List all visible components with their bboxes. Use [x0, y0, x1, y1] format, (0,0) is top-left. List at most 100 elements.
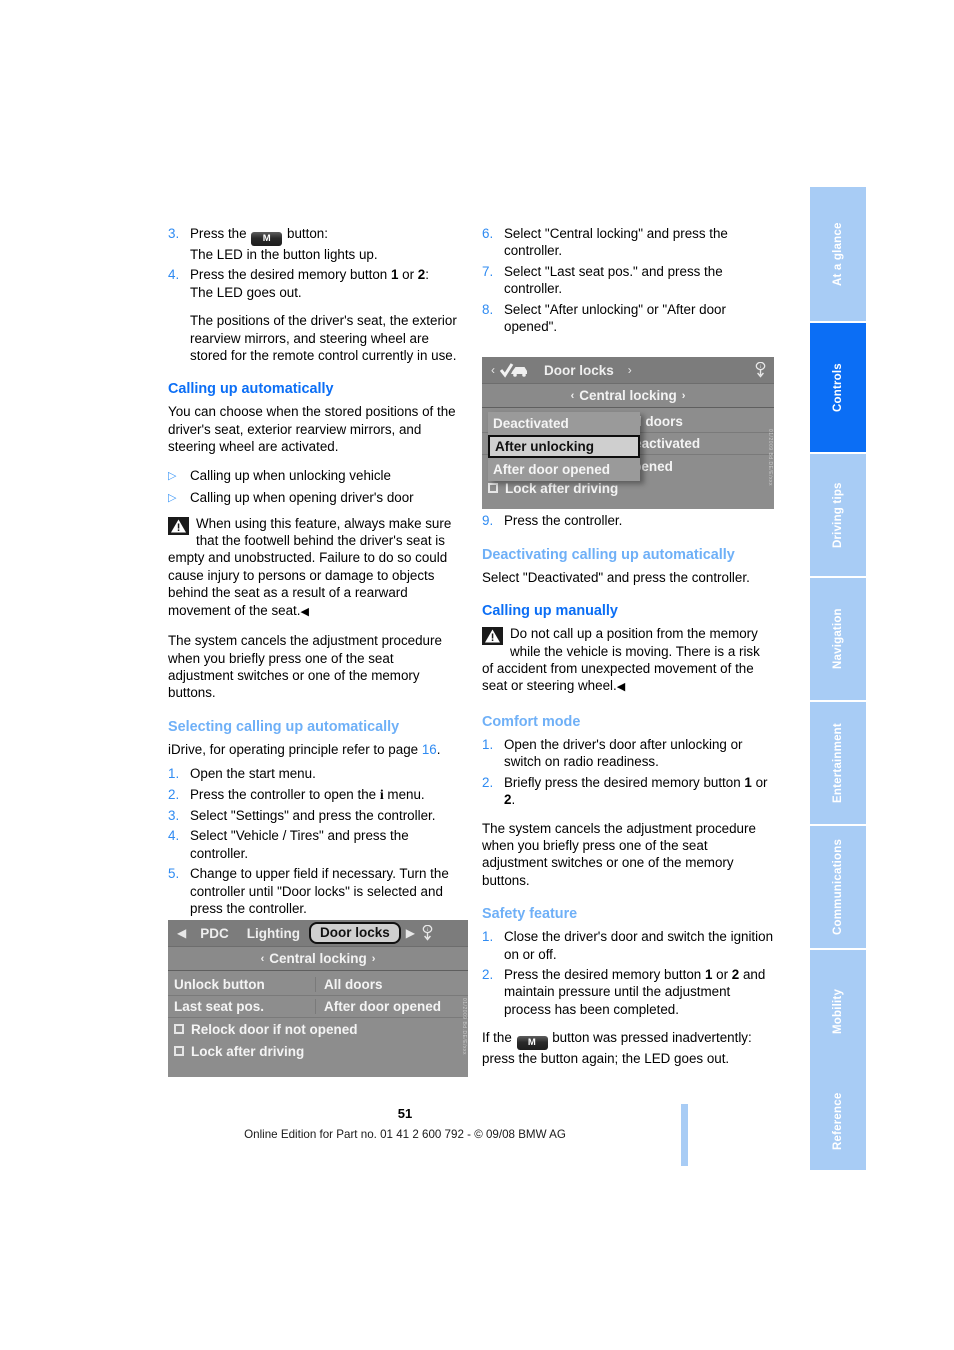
- chevron-right-icon[interactable]: ▶: [401, 926, 420, 940]
- page-reference-link[interactable]: 16: [422, 742, 437, 757]
- sidebar-tab-mobility[interactable]: Mobility: [810, 948, 866, 1072]
- idrive-tab-pdc[interactable]: PDC: [191, 926, 238, 941]
- chevron-right-icon[interactable]: ›: [372, 953, 376, 965]
- idrive-tab-lighting[interactable]: Lighting: [238, 926, 309, 941]
- step-text-part: button:: [283, 226, 328, 241]
- comfort-mode-steps-list: 1. Open the driver's door after unlockin…: [482, 736, 774, 809]
- central-lock-icon[interactable]: i: [420, 924, 435, 942]
- sidebar-tab-driving-tips[interactable]: Driving tips: [810, 452, 866, 576]
- chevron-right-icon[interactable]: ›: [623, 363, 637, 377]
- idrive-title: Door locks: [544, 362, 614, 378]
- idrive-sub-bar: ‹ Central locking ›: [482, 384, 774, 408]
- chevron-left-icon[interactable]: ‹: [486, 363, 500, 377]
- chevron-left-icon[interactable]: ◀: [172, 926, 191, 940]
- idrive-rows: ll doors eactivated pened Lock after dri…: [482, 408, 774, 499]
- check-vehicle-icon: [500, 362, 530, 378]
- step-text: Press the controller to open the i menu.: [190, 786, 460, 804]
- table-row[interactable]: Unlock button All doors: [168, 974, 468, 996]
- step-number: 4.: [168, 828, 180, 844]
- idrive-screenshot-door-locks-menu: ◀ PDC Lighting Door locks ▶ i ‹ Central …: [168, 920, 468, 1077]
- row-value: ll doors: [625, 414, 774, 429]
- reference-text: .: [436, 741, 441, 757]
- step-text: Select "Vehicle / Tires" and press the c…: [190, 828, 409, 861]
- step-text-part: Briefly press the desired memory button: [504, 774, 745, 790]
- step-number: 1.: [482, 929, 494, 945]
- idrive-tab-door-locks-selected[interactable]: Door locks: [308, 922, 401, 944]
- heading-comfort-mode: Comfort mode: [482, 713, 581, 730]
- dropdown-last-seat-pos-options[interactable]: Deactivated After unlocking After door o…: [488, 412, 640, 481]
- step-text-part: Press the: [190, 226, 251, 241]
- footer-text: Online Edition for Part no. 01 41 2 600 …: [244, 1128, 566, 1141]
- tab-label: Reference: [832, 1092, 844, 1150]
- checkbox-icon[interactable]: [174, 1046, 184, 1056]
- sidebar-tab-navigation[interactable]: Navigation: [810, 576, 866, 700]
- tab-label: Entertainment: [832, 723, 844, 803]
- step-text-part: .: [511, 792, 516, 808]
- chevron-right-icon[interactable]: ›: [682, 390, 686, 402]
- list-item: 6. Select "Central locking" and press th…: [482, 225, 774, 260]
- list-item: 3. Press the M button: The LED in the but…: [168, 225, 460, 263]
- dropdown-option-after-door-opened[interactable]: After door opened: [488, 458, 640, 481]
- step-number: 2.: [482, 774, 494, 790]
- bullet-list-calling-options: ▷ Calling up when unlocking vehicle ▷ Ca…: [168, 467, 460, 507]
- idrive-screenshot-central-locking-dropdown: ‹ Door locks › i ‹ Central locking › ll …: [482, 357, 774, 509]
- paragraph-stored-positions: The positions of the driver's seat, the …: [190, 313, 457, 364]
- checkbox-icon[interactable]: [488, 483, 498, 493]
- option-label: Deactivated: [493, 416, 569, 431]
- sidebar-tab-controls[interactable]: Controls: [810, 321, 866, 452]
- heading-deactivating-calling-up-automatically: Deactivating calling up automatically: [482, 546, 735, 563]
- list-item: 7. Select "Last seat pos." and press the…: [482, 263, 774, 298]
- list-item: 1. Open the driver's door after unlockin…: [482, 736, 774, 771]
- list-item: ▷ Calling up when opening driver's door: [168, 489, 460, 507]
- step-number: 6.: [482, 226, 494, 241]
- step-text: Select "After unlocking" or "After door …: [504, 301, 726, 335]
- sidebar-tab-reference[interactable]: Reference: [810, 1072, 866, 1170]
- list-item: 2. Press the controller to open the i me…: [168, 786, 460, 804]
- step-text-part: or: [712, 966, 732, 982]
- chevron-left-icon[interactable]: ‹: [571, 390, 575, 402]
- page-number: 51: [397, 1106, 413, 1121]
- safety-feature-steps-list: 1. Close the driver's door and switch th…: [482, 928, 774, 1018]
- warning-end-mark: ◀: [300, 605, 309, 618]
- sidebar-tab-communications[interactable]: Communications: [810, 824, 866, 948]
- heading-safety-feature: Safety feature: [482, 906, 578, 923]
- text-part: If the: [482, 1030, 516, 1046]
- step-number: 3.: [168, 807, 180, 823]
- checkbox-icon[interactable]: [174, 1024, 184, 1034]
- checkbox-row-lock-after-driving[interactable]: Lock after driving: [168, 1040, 468, 1062]
- sidebar-tab-entertainment[interactable]: Entertainment: [810, 700, 866, 824]
- tab-label: Communications: [832, 838, 844, 936]
- list-item: 2. Press the desired memory button 1 or …: [482, 966, 774, 1018]
- step-number: 2.: [168, 786, 180, 802]
- paragraph-you-can-choose: You can choose when the stored positions…: [168, 404, 456, 455]
- dropdown-option-deactivated[interactable]: Deactivated: [488, 412, 640, 435]
- step-text: Open the driver's door after unlocking o…: [504, 736, 743, 770]
- step-text: Press the desired memory button 1 or 2 a…: [504, 966, 774, 1018]
- idrive-rows: Unlock button All doors Last seat pos. A…: [168, 971, 468, 1062]
- list-item: 4. Press the desired memory button 1 or …: [168, 266, 460, 301]
- sidebar-tab-at-a-glance[interactable]: At a glance: [810, 185, 866, 321]
- footer-accent-bar: [681, 1104, 688, 1166]
- step-text: Close the driver's door and switch the i…: [504, 929, 774, 962]
- memory-m-button-icon: M: [251, 232, 283, 246]
- step-number: 9.: [482, 513, 494, 529]
- central-lock-icon[interactable]: i: [753, 361, 768, 379]
- checkbox-label: Relock door if not opened: [191, 1021, 358, 1037]
- warning-block-do-not-call-up: Do not call up a position from the memor…: [482, 625, 774, 697]
- row-label-last-seat-pos: Last seat pos.: [174, 999, 265, 1014]
- paragraph-system-cancels-right: The system cancels the adjustment proced…: [482, 820, 756, 888]
- chevron-left-icon[interactable]: ‹: [261, 953, 265, 965]
- step-text: Press the M button: The LED in the button…: [190, 225, 460, 263]
- triangle-bullet-icon: ▷: [168, 469, 177, 482]
- paragraph-idrive-reference: iDrive, for operating principle refer to…: [168, 741, 460, 758]
- step-number: 2.: [482, 966, 494, 982]
- list-item: 9. Press the controller.: [482, 512, 774, 529]
- manual-page: At a glance Controls Driving tips Naviga…: [0, 0, 954, 1350]
- step-text-part: Press the desired memory button: [504, 966, 705, 982]
- checkbox-label: Lock after driving: [505, 480, 619, 496]
- checkbox-row-relock-door[interactable]: Relock door if not opened: [168, 1018, 468, 1040]
- tab-label: At a glance: [832, 222, 844, 286]
- dropdown-option-after-unlocking[interactable]: After unlocking: [488, 435, 640, 458]
- table-row[interactable]: Last seat pos. After door opened: [168, 996, 468, 1018]
- reference-text: iDrive, for operating principle refer to…: [168, 741, 422, 757]
